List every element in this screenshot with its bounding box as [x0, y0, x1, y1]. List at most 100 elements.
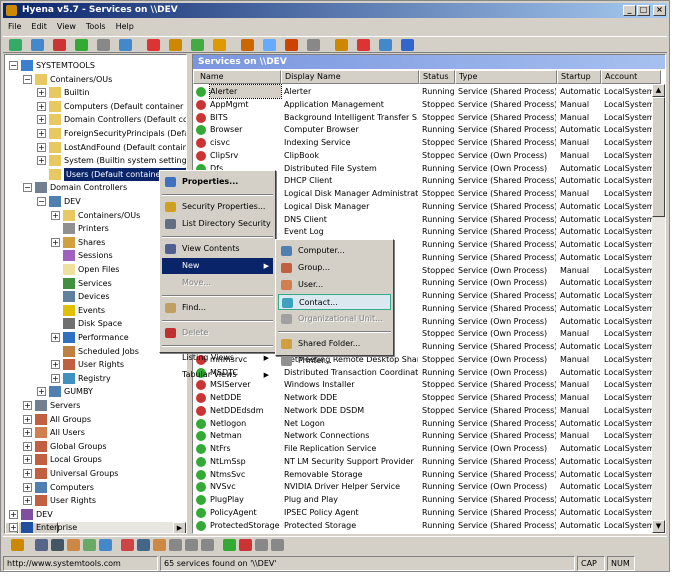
tree-item[interactable]: + System (Builtin system settings): [5, 154, 186, 167]
help-icon[interactable]: [401, 39, 414, 51]
expand-toggle[interactable]: +: [23, 441, 32, 451]
tree-item[interactable]: Printers: [5, 222, 185, 235]
table-row[interactable]: Alerter Alerter Running Service (Shared Pro…: [193, 84, 658, 99]
expand-toggle[interactable]: +: [23, 401, 32, 410]
tree-item[interactable]: Open Files: [5, 263, 185, 276]
tree-item[interactable]: + Global Groups: [5, 440, 185, 453]
menu-item-printer[interactable]: Printer...: [278, 353, 391, 369]
expand-toggle[interactable]: −: [37, 197, 46, 206]
column-header-startup[interactable]: Startup: [557, 70, 601, 84]
bottom-tool-icon[interactable]: [121, 539, 134, 551]
report-icon[interactable]: [307, 39, 320, 51]
tree-item[interactable]: + All Groups: [5, 413, 185, 426]
menu-item-user[interactable]: User...: [278, 277, 391, 293]
tree-item[interactable]: Disk Space: [5, 317, 185, 330]
table-row[interactable]: ClipSrv ClipBook Stopped Service (Own Proce…: [193, 149, 658, 162]
table-row[interactable]: Browser Computer Browser Running Service (S…: [193, 123, 658, 136]
expand-toggle[interactable]: −: [23, 74, 32, 84]
expand-toggle[interactable]: +: [37, 101, 46, 111]
bottom-tool-icon[interactable]: [67, 539, 80, 551]
table-row[interactable]: NtmsSvc Removable Storage Running Service (…: [193, 468, 658, 481]
tree-item[interactable]: + Enterprise: [5, 521, 185, 533]
stop-icon[interactable]: [147, 39, 160, 51]
tree-item[interactable]: + User Rights: [5, 358, 185, 371]
expand-toggle[interactable]: +: [37, 115, 46, 125]
bottom-tool-icon[interactable]: [153, 539, 166, 551]
expand-toggle[interactable]: +: [9, 509, 18, 519]
bottom-tool-icon[interactable]: [51, 539, 64, 551]
tree-item[interactable]: + Shares: [5, 236, 185, 249]
tree-item[interactable]: Users (Default container for upgra: [5, 167, 186, 181]
menu-item-new[interactable]: New ▶: [162, 258, 273, 274]
menu-item-security-properties[interactable]: Security Properties...: [162, 199, 273, 215]
expand-toggle[interactable]: +: [37, 142, 46, 152]
start-icon[interactable]: [169, 39, 182, 51]
table-row[interactable]: PolicyAgent IPSEC Policy Agent Running Serv…: [193, 506, 658, 519]
tree-item[interactable]: + Performance: [5, 331, 185, 344]
tree-item[interactable]: + DEV: [5, 508, 185, 521]
column-header-name[interactable]: Name: [193, 70, 281, 84]
expand-toggle[interactable]: −: [9, 61, 18, 70]
tree-item[interactable]: + Builtin: [5, 86, 185, 99]
expand-toggle[interactable]: +: [23, 414, 32, 424]
list-vertical-scrollbar[interactable]: ▲ ▼: [652, 84, 665, 533]
menu-file[interactable]: File: [3, 19, 26, 34]
tree-item[interactable]: + Computers: [5, 481, 185, 494]
table-row[interactable]: BITS Background Intelligent Transfer S...…: [193, 111, 658, 124]
menu-item-properties[interactable]: Properties...: [162, 174, 273, 190]
tree-item[interactable]: − Containers/OUs: [5, 73, 185, 86]
bottom-tool-icon[interactable]: [223, 539, 236, 551]
bottom-tool-icon[interactable]: [271, 539, 284, 551]
expand-toggle[interactable]: +: [51, 237, 60, 247]
menu-edit[interactable]: Edit: [26, 19, 52, 34]
minimize-button[interactable]: _: [623, 5, 636, 16]
filter-icon[interactable]: [191, 39, 204, 51]
tree-item[interactable]: Devices: [5, 290, 185, 303]
tree-item[interactable]: Events: [5, 304, 185, 317]
table-row[interactable]: NtLmSsp NT LM Security Support Provider Ru…: [193, 455, 658, 468]
folder-icon[interactable]: [335, 39, 348, 51]
table-row[interactable]: PlugPlay Plug and Play Running Service (Sha…: [193, 493, 658, 506]
close-button[interactable]: ×: [653, 5, 666, 16]
scroll-thumb[interactable]: [652, 97, 665, 217]
tree-item[interactable]: + Registry: [5, 372, 185, 385]
menu-item-group[interactable]: Group...: [278, 260, 391, 276]
bottom-tool-icon[interactable]: [185, 539, 198, 551]
table-row[interactable]: NVSvc NVIDIA Driver Helper Service Running…: [193, 480, 658, 493]
maximize-button[interactable]: □: [637, 5, 650, 16]
table-row[interactable]: NetDDEdsdm Network DDE DSDM Stopped Service…: [193, 404, 658, 417]
scroll-down-button[interactable]: ▼: [652, 520, 665, 533]
users-icon[interactable]: [357, 39, 370, 51]
expand-toggle[interactable]: −: [23, 183, 32, 193]
expand-toggle[interactable]: +: [23, 496, 32, 506]
expand-toggle[interactable]: +: [23, 482, 32, 492]
tree-item[interactable]: + Local Groups: [5, 453, 185, 466]
column-header-account[interactable]: Account: [601, 70, 661, 84]
table-row[interactable]: NetDDE Network DDE Stopped Service (Shared …: [193, 391, 658, 404]
expand-toggle[interactable]: +: [37, 156, 46, 166]
bottom-tool-icon[interactable]: [169, 539, 182, 551]
tree-item[interactable]: + GUMBY: [5, 385, 185, 398]
expand-toggle[interactable]: +: [23, 455, 32, 465]
tree-item[interactable]: + ForeignSecurityPrincipals (Default c: [5, 127, 186, 140]
tree-item[interactable]: + Universal Groups: [5, 467, 185, 480]
expand-toggle[interactable]: +: [23, 428, 32, 438]
add-icon[interactable]: [75, 39, 88, 51]
bottom-tool-icon[interactable]: [83, 539, 96, 551]
refresh-icon[interactable]: [9, 39, 22, 51]
expand-toggle[interactable]: +: [51, 333, 60, 342]
menu-view[interactable]: View: [52, 19, 81, 34]
bottom-tool-icon[interactable]: [99, 539, 112, 551]
column-header-status[interactable]: Status: [419, 70, 455, 84]
table-row[interactable]: NtFrs File Replication Service Running Serv…: [193, 442, 658, 455]
table-row[interactable]: Netlogon Net Logon Running Service (Shared …: [193, 417, 658, 430]
tree-item[interactable]: Services: [5, 277, 185, 290]
column-header-type[interactable]: Type: [455, 70, 557, 84]
bottom-tool-icon[interactable]: [11, 539, 24, 551]
expand-toggle[interactable]: +: [37, 88, 46, 98]
tree-item[interactable]: Sessions: [5, 249, 185, 262]
tree-item[interactable]: − SYSTEMTOOLS: [5, 59, 185, 72]
scroll-up-button[interactable]: ▲: [652, 84, 665, 97]
tools-icon[interactable]: [241, 39, 254, 51]
table-row[interactable]: ProtectedStorage Protected Storage Running…: [193, 519, 658, 532]
